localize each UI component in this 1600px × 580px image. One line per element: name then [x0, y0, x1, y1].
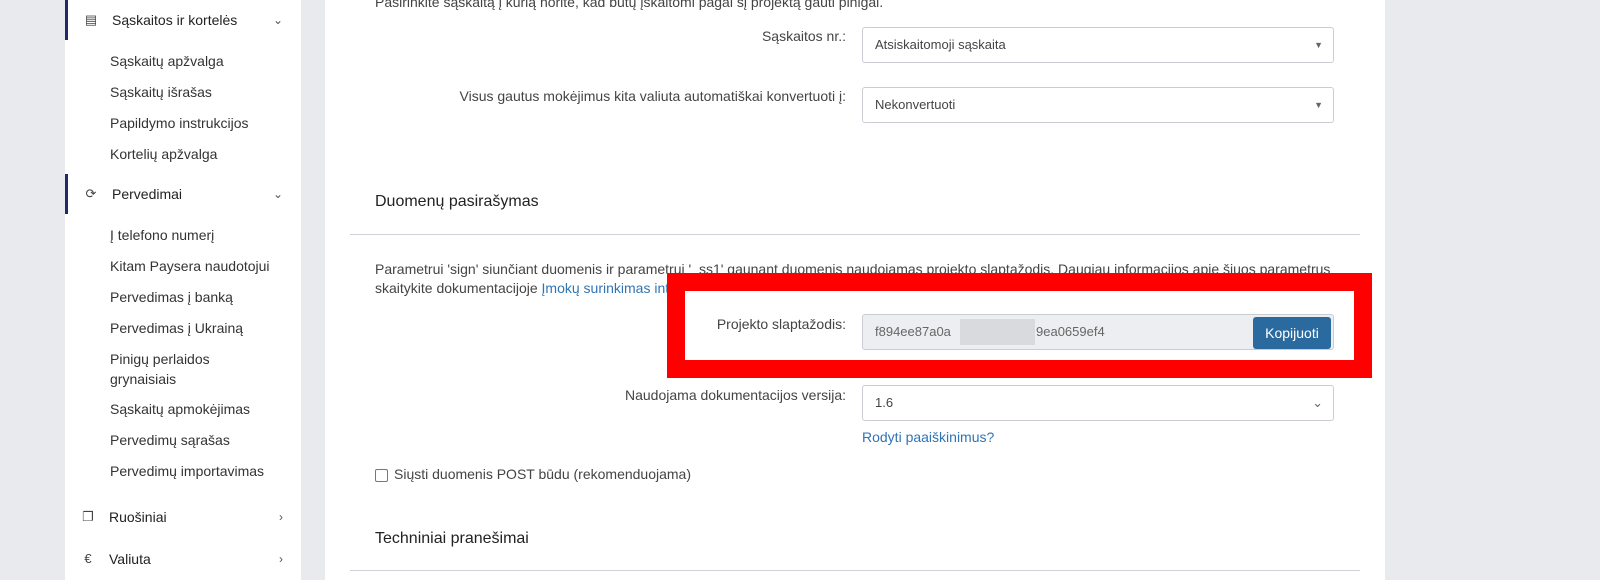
post-checkbox[interactable]	[375, 469, 388, 482]
account-select[interactable]: Atsiskaitomoji sąskaita ▼	[862, 27, 1334, 63]
convert-label: Visus gautus mokėjimus kita valiuta auto…	[459, 88, 846, 104]
account-label: Sąskaitos nr.:	[761, 28, 846, 44]
doc-version-label: Naudojama dokumentacijos versija:	[625, 387, 846, 403]
doc-version-value: 1.6	[875, 395, 894, 410]
caret-down-icon: ▼	[1314, 100, 1323, 110]
sidebar-item-statement[interactable]: Sąskaitų išrašas	[110, 82, 290, 102]
copy-button[interactable]: Kopijuoti	[1253, 317, 1331, 349]
sidebar-item-phone[interactable]: Į telefono numerį	[110, 225, 290, 245]
divider	[350, 570, 1360, 571]
sidebar-item-transfer-list[interactable]: Pervedimų sąrašas	[110, 430, 290, 450]
password-label: Projekto slaptažodis:	[716, 316, 846, 332]
sidebar-item-bill-payment[interactable]: Sąskaitų apmokėjimas	[110, 399, 290, 419]
sidebar-item-cards[interactable]: Kortelių apžvalga	[110, 144, 290, 164]
nav-section-currency[interactable]: € Valiuta ›	[65, 539, 301, 579]
sidebar-item-import[interactable]: Pervedimų importavimas	[110, 461, 290, 481]
nav-section-templates[interactable]: ❐ Ruošiniai ›	[65, 497, 301, 537]
transfer-icon: ⟳	[85, 186, 97, 201]
nav-section-label: Ruošiniai	[109, 509, 167, 525]
cards-icon: ▤	[84, 12, 98, 27]
sidebar-item-ukraine[interactable]: Pervedimas į Ukrainą	[110, 318, 290, 338]
convert-select[interactable]: Nekonvertuoti ▼	[862, 87, 1334, 123]
sidebar-item-bank[interactable]: Pervedimas į banką	[110, 287, 290, 307]
intro-text: Pasirinkite sąskaitą į kurią norite, kad…	[375, 0, 884, 10]
doc-version-select[interactable]: 1.6 ⌄	[862, 385, 1334, 421]
divider	[350, 234, 1360, 235]
sidebar: ▤ Sąskaitos ir kortelės ⌄ Sąskaitų apžva…	[65, 0, 301, 580]
sidebar-item-paysera-user[interactable]: Kitam Paysera naudotojui	[110, 256, 290, 276]
euro-icon: €	[84, 551, 92, 566]
caret-down-icon: ▼	[1314, 40, 1323, 50]
signing-description-line2: skaitykite dokumentacijoje Įmokų surinki…	[375, 280, 669, 296]
copy-icon: ❐	[82, 509, 94, 524]
redacted-area	[960, 319, 1035, 345]
signing-description-text: skaitykite dokumentacijoje	[375, 280, 542, 296]
nav-section-label: Pervedimai	[112, 186, 183, 202]
convert-select-value: Nekonvertuoti	[875, 97, 956, 112]
account-select-value: Atsiskaitomoji sąskaita	[875, 37, 1006, 52]
chevron-down-icon: ⌄	[1312, 395, 1323, 410]
sidebar-item-cash[interactable]: Pinigų perlaidos grynaisiais	[110, 349, 240, 389]
documentation-link[interactable]: Įmokų surinkimas int	[542, 280, 670, 296]
post-checkbox-label: Siųsti duomenis POST būdu (rekomenduojam…	[394, 466, 692, 482]
nav-section-accounts[interactable]: ▤ Sąskaitos ir kortelės ⌄	[65, 0, 301, 40]
chevron-right-icon: ›	[279, 552, 283, 566]
password-value-end: 9ea0659ef4	[1036, 324, 1105, 339]
nav-section-transfers[interactable]: ⟳ Pervedimai ⌄	[65, 174, 301, 214]
chevron-down-icon: ⌄	[272, 187, 283, 201]
chevron-right-icon: ›	[279, 510, 283, 524]
password-value-start: f894ee87a0a	[875, 324, 951, 339]
signing-section-title: Duomenų pasirašymas	[375, 193, 539, 210]
right-margin	[1407, 0, 1600, 580]
tech-section-title: Techniniai pranešimai	[375, 530, 529, 547]
nav-section-label: Valiuta	[109, 551, 151, 567]
show-explanations-link[interactable]: Rodyti paaiškinimus?	[862, 429, 994, 445]
chevron-down-icon: ⌄	[272, 13, 283, 27]
nav-section-label: Sąskaitos ir kortelės	[112, 12, 238, 28]
sidebar-item-accounts-overview[interactable]: Sąskaitų apžvalga	[110, 51, 290, 71]
sidebar-item-topup[interactable]: Papildymo instrukcijos	[110, 113, 290, 133]
